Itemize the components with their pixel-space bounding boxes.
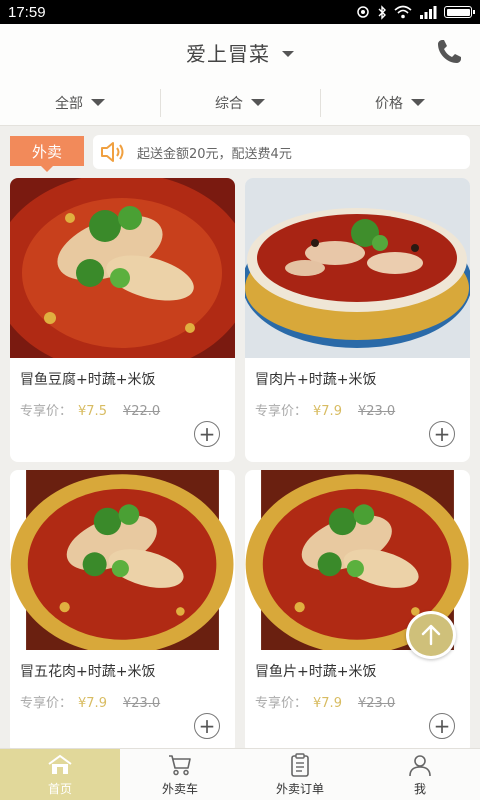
dish-photo [10,470,234,650]
filter-bar: 全部 综合 价格 [0,80,480,126]
price-row: 专享价： ¥7.9 ¥23.0 [20,692,160,711]
original-price: ¥22.0 [122,404,161,419]
phone-icon[interactable] [434,37,464,67]
delivery-notice: 起送金额20元，配送费4元 [93,135,470,169]
product-price: ¥7.9 [313,696,342,711]
home-icon [48,754,72,774]
bluetooth-icon [378,4,386,20]
product-price: ¥7.9 [313,404,342,419]
tab-orders[interactable]: 外卖订单 [240,749,360,800]
person-icon [409,754,431,776]
filter-label: 全部 [55,95,83,112]
filter-sort[interactable]: 综合 [160,80,320,125]
price-row: 专享价： ¥7.9 ¥23.0 [255,400,395,419]
product-card[interactable]: 冒五花肉+时蔬+米饭 专享价： ¥7.9 ¥23.0 + [10,470,235,748]
battery-icon [444,6,475,18]
bottom-tab-bar: 首页 外卖车 外卖订单 我 [0,748,480,800]
status-icons [356,4,475,20]
price-label: 专享价： [20,696,73,711]
add-to-cart-button[interactable]: + [194,713,220,739]
price-label: 专享价： [20,404,73,419]
scroll-to-top-button[interactable] [406,611,456,659]
original-price: ¥23.0 [357,696,396,711]
add-to-cart-button[interactable]: + [194,421,220,447]
tab-home[interactable]: 首页 [0,749,120,800]
product-grid: 冒鱼豆腐+时蔬+米饭 专享价： ¥7.5 ¥22.0 + 冒肉片+时蔬+米饭 专… [0,178,480,748]
product-name: 冒肉片+时蔬+米饭 [255,372,377,388]
tab-label: 首页 [47,781,72,796]
original-price: ¥23.0 [357,404,396,419]
product-card[interactable]: 冒肉片+时蔬+米饭 专享价： ¥7.9 ¥23.0 + [245,178,470,462]
filter-price[interactable]: 价格 [320,80,480,125]
product-price: ¥7.9 [78,696,107,711]
cart-icon [169,754,191,775]
chevron-down-icon[interactable] [282,50,294,57]
add-to-cart-button[interactable]: + [429,713,455,739]
tab-label: 我 [413,781,426,796]
tab-label: 外卖车 [161,781,198,796]
filter-all[interactable]: 全部 [0,80,160,125]
wifi-icon [394,5,412,19]
chevron-down-icon [411,99,425,106]
add-to-cart-button[interactable]: + [429,421,455,447]
status-time: 17:59 [8,3,46,21]
notice-row: 外卖 起送金额20元，配送费4元 [0,126,480,178]
product-name: 冒鱼豆腐+时蔬+米饭 [20,372,156,388]
chevron-down-icon [91,99,105,106]
product-price: ¥7.5 [78,404,107,419]
tab-cart[interactable]: 外卖车 [120,749,240,800]
signal-icon [420,6,437,19]
store-title[interactable]: 爱上冒菜 [186,38,270,67]
location-icon [357,6,369,18]
tab-label: 外卖订单 [275,781,324,796]
product-name: 冒五花肉+时蔬+米饭 [20,664,156,680]
original-price: ¥23.0 [122,696,161,711]
product-card[interactable]: 冒鱼片+时蔬+米饭 专享价： ¥7.9 ¥23.0 + [245,470,470,748]
dish-photo [245,178,470,358]
chevron-down-icon [251,99,265,106]
tab-me[interactable]: 我 [360,749,480,800]
price-row: 专享价： ¥7.9 ¥23.0 [255,692,395,711]
filter-label: 综合 [215,95,243,112]
speaker-icon [101,142,124,162]
arrow-up-icon [421,624,441,646]
clipboard-icon [291,752,309,777]
price-row: 专享价： ¥7.5 ¥22.0 [20,400,160,419]
price-label: 专享价： [255,696,308,711]
status-bar: 17:59 [0,0,480,24]
filter-label: 价格 [375,95,403,112]
app-header: 爱上冒菜 [0,24,480,80]
product-card[interactable]: 冒鱼豆腐+时蔬+米饭 专享价： ¥7.5 ¥22.0 + [10,178,235,462]
price-label: 专享价： [255,404,308,419]
notice-text: 起送金额20元，配送费4元 [137,146,292,162]
delivery-tag: 外卖 [10,136,84,172]
dish-photo [10,178,235,358]
product-name: 冒鱼片+时蔬+米饭 [255,664,377,680]
